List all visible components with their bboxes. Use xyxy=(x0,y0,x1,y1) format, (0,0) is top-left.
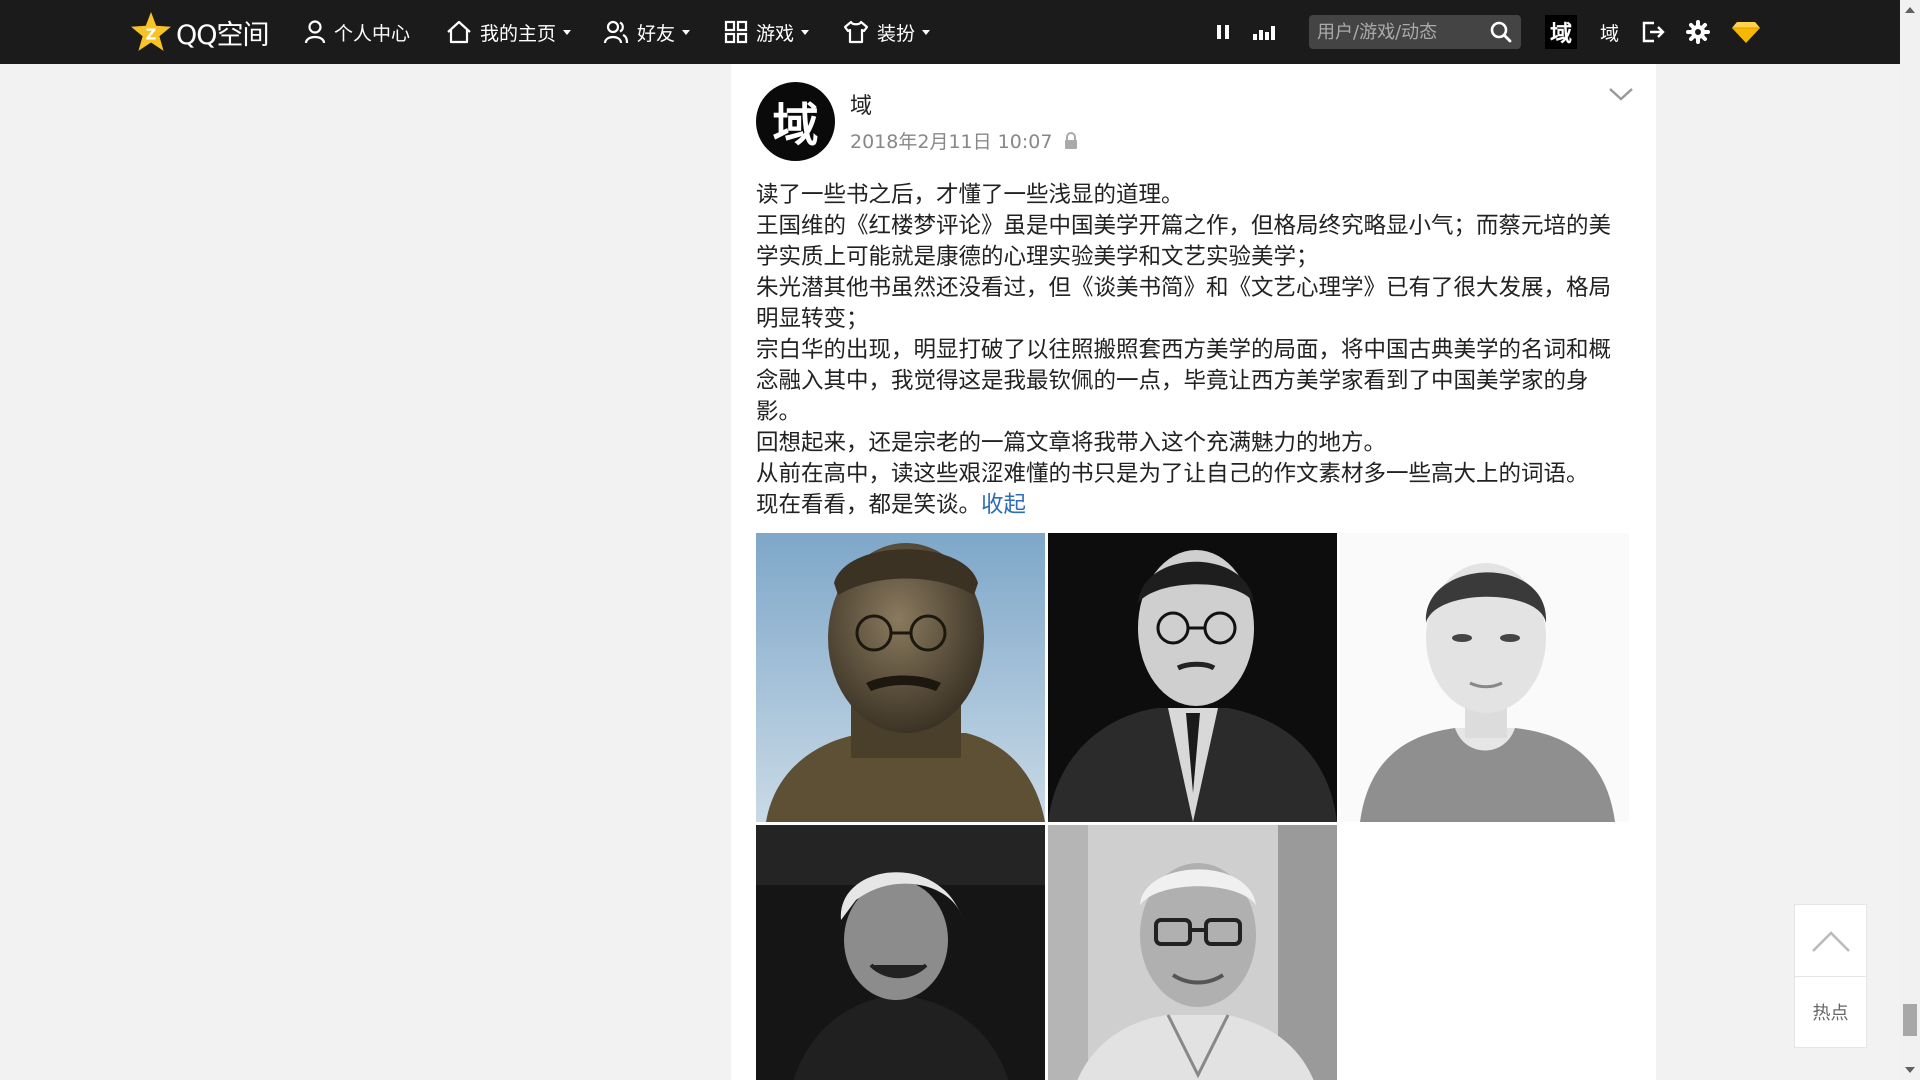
search-box xyxy=(1309,15,1521,49)
post-paragraph: 从前在高中，读这些艰涩难懂的书只是为了让自己的作文素材多一些高大上的词语。 xyxy=(756,461,1589,487)
nav-item-friends[interactable]: 好友 xyxy=(603,0,691,64)
search-input[interactable] xyxy=(1309,20,1489,44)
chevron-down-icon xyxy=(801,29,810,35)
lock-icon xyxy=(1065,131,1078,149)
nav-user-avatar[interactable]: 域 xyxy=(1545,15,1577,49)
nav-item-label: 游戏 xyxy=(756,22,795,45)
signal-bars-icon xyxy=(1253,26,1275,40)
gear-icon xyxy=(1686,20,1710,44)
nav-item-games[interactable]: 游戏 xyxy=(724,0,810,64)
settings-button[interactable] xyxy=(1686,0,1718,64)
collapse-link[interactable]: 收起 xyxy=(981,492,1026,518)
back-to-top-button[interactable] xyxy=(1795,905,1866,977)
scroll-down-arrow-icon[interactable] xyxy=(1904,1066,1916,1074)
pause-icon xyxy=(1217,25,1229,39)
nav-item-label: 个人中心 xyxy=(334,22,411,45)
search-icon[interactable] xyxy=(1489,20,1513,44)
signal-button[interactable] xyxy=(1252,0,1286,64)
man-with-glasses-bw-photo[interactable] xyxy=(1048,533,1337,822)
author-avatar[interactable]: 域 xyxy=(756,82,835,161)
post-paragraph: 朱光潜其他书虽然还没看过，但《谈美书简》和《文艺心理学》已有了很大发展，格局明显… xyxy=(756,275,1612,332)
bronze-bust-photo[interactable] xyxy=(756,533,1045,822)
post-timestamp: 2018年2月11日 10:07 xyxy=(850,131,1053,153)
user-icon xyxy=(304,20,326,44)
nav-item-my-homepage[interactable]: 我的主页 xyxy=(446,0,572,64)
chevron-down-icon xyxy=(682,29,691,35)
shirt-icon xyxy=(843,20,869,44)
side-toolbar: 热点 xyxy=(1794,904,1867,1048)
diamond-icon xyxy=(1732,22,1760,43)
nav-item-personal-center[interactable]: 个人中心 xyxy=(304,0,410,64)
young-man-portrait-photo[interactable] xyxy=(1340,533,1629,822)
logo-text: QQ空间 xyxy=(176,19,270,51)
post-paragraph: 读了一些书之后，才懂了一些浅显的道理。 xyxy=(756,182,1184,208)
post-last-line: 现在看看，都是笑谈。 xyxy=(756,492,982,518)
nav-item-label: 装扮 xyxy=(877,22,916,45)
chevron-up-icon xyxy=(1811,930,1850,952)
logout-button[interactable] xyxy=(1640,0,1674,64)
nav-item-dress-up[interactable]: 装扮 xyxy=(843,0,931,64)
post-paragraph: 宗白华的出现，明显打破了以往照搬照套西方美学的局面，将中国古典美学的名词和概念融… xyxy=(756,337,1612,425)
post-paragraph: 回想起来，还是宗老的一篇文章将我带入这个充满魅力的地方。 xyxy=(756,430,1387,456)
top-navigation-bar: Z QQ空间 个人中心 我的主页 好友 游戏 装扮 用户/游戏/动态 域 域 xyxy=(0,0,1900,64)
scrollbar-thumb[interactable] xyxy=(1903,1004,1917,1036)
page-scrollbar[interactable] xyxy=(1900,0,1920,1080)
chevron-down-icon[interactable] xyxy=(1608,86,1634,102)
nav-item-label: 我的主页 xyxy=(480,22,557,45)
feed-post-card: 域 域 2018年2月11日 10:07 读了一些书之后，才懂了一些浅显的道理。… xyxy=(731,64,1656,1080)
elderly-man-laughing-photo[interactable] xyxy=(756,825,1045,1080)
pause-button[interactable] xyxy=(1215,0,1239,64)
hot-topics-button[interactable]: 热点 xyxy=(1795,977,1866,1047)
chevron-down-icon xyxy=(563,29,572,35)
post-paragraph: 王国维的《红楼梦评论》虽是中国美学开篇之作，但格局终究略显小气；而蔡元培的美学实… xyxy=(756,213,1612,270)
post-time: 2018年2月11日 10:07 xyxy=(850,127,1078,154)
photo-grid xyxy=(756,533,1631,1080)
author-name[interactable]: 域 xyxy=(850,88,872,120)
post-content: 读了一些书之后，才懂了一些浅显的道理。 王国维的《红楼梦评论》虽是中国美学开篇之… xyxy=(756,180,1631,521)
vip-diamond-button[interactable] xyxy=(1731,0,1769,64)
qq-star-logo-icon: Z xyxy=(131,12,171,51)
nav-user-name[interactable]: 域 xyxy=(1600,0,1619,64)
post-paragraph-last: 现在看看，都是笑谈。收起 xyxy=(756,490,1631,521)
logout-icon xyxy=(1642,21,1665,43)
chevron-down-icon xyxy=(922,29,931,35)
nav-item-label: 好友 xyxy=(637,22,676,45)
elderly-man-glasses-photo[interactable] xyxy=(1048,825,1337,1080)
home-icon xyxy=(447,20,471,44)
scroll-up-arrow-icon[interactable] xyxy=(1904,6,1916,14)
qzone-logo[interactable]: Z QQ空间 xyxy=(130,0,270,64)
grid-icon xyxy=(724,20,748,44)
friends-icon xyxy=(603,20,629,44)
svg-text:Z: Z xyxy=(146,26,157,43)
